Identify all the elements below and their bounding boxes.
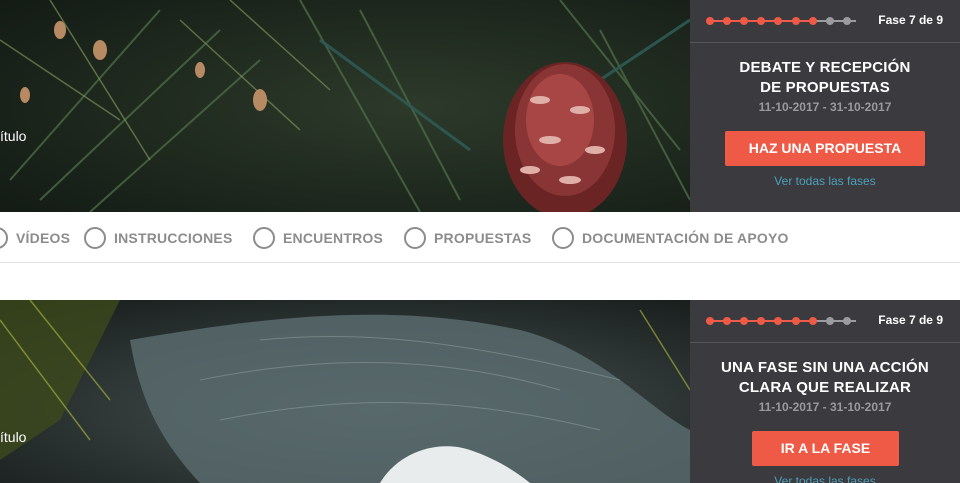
phase-dot xyxy=(842,17,851,25)
phase-progress-row: Fase 7 de 9 xyxy=(690,300,960,343)
tab-label: PROPUESTAS xyxy=(434,230,532,246)
see-all-phases-link[interactable]: Ver todas las fases xyxy=(690,474,960,483)
hero-image-pine xyxy=(0,0,690,212)
phase-dates: 11-10-2017 - 31-10-2017 xyxy=(758,100,892,114)
section-tabs: VÍDEOS INSTRUCCIONES ENCUENTROS PROPUEST… xyxy=(0,212,960,263)
hero-title: ítulo xyxy=(0,128,27,144)
process-card-2: ítulo Fase 7 de 9 UNA FASE SIN UNA ACCIÓ… xyxy=(0,300,960,483)
phase-title-line-2: CLARA QUE REALIZAR xyxy=(738,379,912,396)
phase-dot xyxy=(791,17,800,25)
tab-label: VÍDEOS xyxy=(16,230,71,246)
process-card-1: ítulo Fase 7 de 9 DEBATE Y RECEPCIÓN DE … xyxy=(0,0,960,212)
phase-dot xyxy=(740,317,749,325)
radio-circle-icon xyxy=(84,227,106,249)
phase-title-line-1: DEBATE Y RECEPCIÓN xyxy=(739,59,911,76)
phase-progress-dots xyxy=(706,317,856,325)
tab-label: DOCUMENTACIÓN DE APOYO xyxy=(582,230,789,246)
phase-title-line-2: DE PROPUESTAS xyxy=(760,79,890,96)
phase-counter: Fase 7 de 9 xyxy=(878,13,943,27)
phase-dot xyxy=(723,17,732,25)
hero-image-rock xyxy=(0,300,690,483)
phase-counter: Fase 7 de 9 xyxy=(878,313,943,327)
phase-dot xyxy=(740,17,749,25)
phase-dot xyxy=(706,317,714,325)
phase-title: DEBATE Y RECEPCIÓN DE PROPUESTAS xyxy=(690,58,960,98)
phase-dot xyxy=(825,17,834,25)
tab-documentacion[interactable]: DOCUMENTACIÓN DE APOYO xyxy=(552,225,789,251)
radio-circle-icon xyxy=(0,227,8,249)
phase-dot xyxy=(757,17,766,25)
tab-label: INSTRUCCIONES xyxy=(114,230,233,246)
see-all-phases-link[interactable]: Ver todas las fases xyxy=(690,174,960,188)
phase-panel: Fase 7 de 9 UNA FASE SIN UNA ACCIÓN CLAR… xyxy=(690,300,960,483)
phase-panel: Fase 7 de 9 DEBATE Y RECEPCIÓN DE PROPUE… xyxy=(690,0,960,212)
phase-title: UNA FASE SIN UNA ACCIÓN CLARA QUE REALIZ… xyxy=(690,358,960,398)
tab-encuentros[interactable]: ENCUENTROS xyxy=(253,225,383,251)
phase-title-line-1: UNA FASE SIN UNA ACCIÓN xyxy=(721,359,929,376)
radio-circle-icon xyxy=(404,227,426,249)
phase-dates: 11-10-2017 - 31-10-2017 xyxy=(758,400,892,414)
phase-dot xyxy=(723,317,732,325)
phase-dot xyxy=(842,317,851,325)
hero-title: ítulo xyxy=(0,429,27,445)
phase-progress-dots xyxy=(706,17,856,25)
tab-instrucciones[interactable]: INSTRUCCIONES xyxy=(84,225,233,251)
phase-dot xyxy=(757,317,766,325)
phase-progress-row: Fase 7 de 9 xyxy=(690,0,960,43)
radio-circle-icon xyxy=(253,227,275,249)
phase-dot xyxy=(825,317,834,325)
phase-dot xyxy=(706,17,714,25)
phase-dot xyxy=(791,317,800,325)
go-to-phase-button[interactable]: IR A LA FASE xyxy=(752,431,899,466)
phase-dot xyxy=(774,17,783,25)
phase-dot xyxy=(808,317,817,325)
tab-label: ENCUENTROS xyxy=(283,230,384,246)
phase-dot xyxy=(774,317,783,325)
radio-circle-icon xyxy=(552,227,574,249)
make-proposal-button[interactable]: HAZ UNA PROPUESTA xyxy=(725,131,925,166)
phase-dot xyxy=(808,17,817,25)
tab-videos[interactable]: VÍDEOS xyxy=(0,225,70,251)
tab-propuestas[interactable]: PROPUESTAS xyxy=(404,225,531,251)
